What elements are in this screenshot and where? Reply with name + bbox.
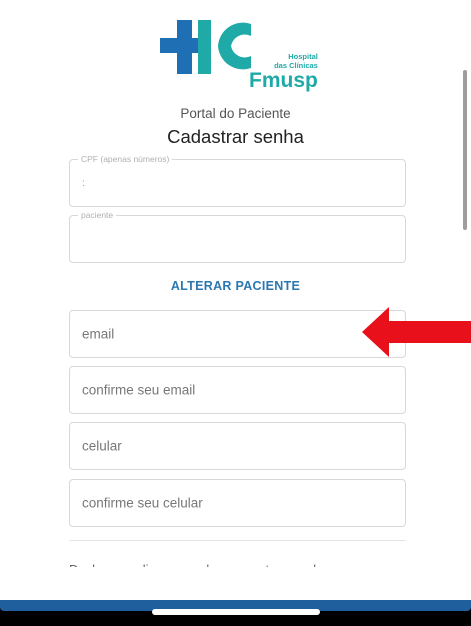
home-indicator[interactable]	[152, 609, 320, 615]
confirm-email-field[interactable]: confirme seu email	[69, 366, 406, 414]
confirm-email-placeholder: confirme seu email	[82, 382, 196, 398]
logo-clinicas-text: das Clínicas	[274, 60, 318, 70]
alterar-paciente-link[interactable]: ALTERAR PACIENTE	[0, 279, 471, 293]
email-placeholder: email	[82, 326, 115, 342]
terms-partial-text: Declaro que li e concordo com os termos …	[69, 557, 406, 567]
red-arrow-icon	[362, 307, 471, 357]
page-title: Cadastrar senha	[167, 126, 304, 147]
paciente-field[interactable]: paciente	[69, 210, 406, 263]
logo-fmusp-text: Fmusp	[249, 69, 318, 92]
cpf-field[interactable]: CPF (apenas números) :	[69, 154, 406, 207]
email-field[interactable]: email	[69, 310, 406, 358]
logo-hospital-text: Hospital	[288, 52, 318, 61]
system-navigation-bar	[0, 600, 471, 626]
celular-field[interactable]: celular	[69, 422, 406, 470]
paciente-field-label: paciente	[78, 210, 117, 220]
cpf-field-value: :	[82, 178, 85, 189]
divider	[69, 540, 406, 541]
cpf-field-label: CPF (apenas números)	[78, 154, 173, 164]
confirm-celular-field[interactable]: confirme seu celular	[69, 479, 406, 527]
scrollbar[interactable]	[463, 70, 467, 230]
confirm-celular-placeholder: confirme seu celular	[82, 495, 203, 511]
portal-title: Portal do Paciente	[180, 106, 291, 121]
celular-placeholder: celular	[82, 438, 122, 454]
